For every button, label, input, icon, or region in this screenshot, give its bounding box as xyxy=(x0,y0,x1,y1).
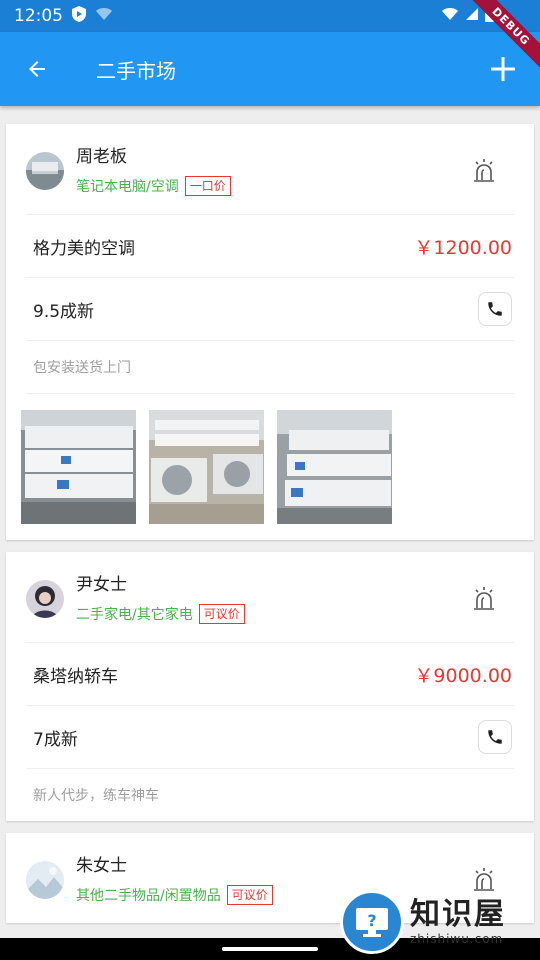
category-label: 二手家电/其它家电 xyxy=(76,607,193,623)
seller-name: 尹女士 xyxy=(76,575,127,595)
item-description: 新人代步，练车神车 xyxy=(33,788,159,804)
seller-name: 周老板 xyxy=(76,147,127,167)
item-condition: 9.5成新 xyxy=(33,301,95,322)
condition-row: 7成新 xyxy=(6,706,534,768)
photo-gallery xyxy=(6,394,534,540)
listing-header: 周老板 笔记本电脑/空调 一口价 xyxy=(6,124,534,214)
price-type-badge: 一口价 xyxy=(184,176,231,196)
item-price: ￥9000.00 xyxy=(414,664,512,687)
condition-row: 9.5成新 xyxy=(6,278,534,340)
phone-call-button[interactable] xyxy=(478,720,512,754)
phone-call-button[interactable] xyxy=(478,292,512,326)
avatar[interactable] xyxy=(26,580,64,618)
add-icon[interactable] xyxy=(466,32,540,106)
item-name: 格力美的空调 xyxy=(33,238,135,259)
avatar[interactable] xyxy=(26,861,64,899)
svg-text:?: ? xyxy=(367,911,376,930)
watermark: ? 知识屋 zhishiwu.com xyxy=(340,890,540,954)
app-bar: 二手市场 xyxy=(0,32,540,106)
seller-name: 朱女士 xyxy=(76,856,127,876)
wifi-question-icon xyxy=(95,7,113,25)
price-type-badge: 可议价 xyxy=(198,604,245,624)
listing-header: 尹女士 二手家电/其它家电 可议价 xyxy=(6,552,534,642)
item-name: 桑塔纳轿车 xyxy=(33,666,118,687)
phone-icon xyxy=(488,302,502,316)
category-label: 其他二手物品/闲置物品 xyxy=(76,888,221,904)
avatar[interactable] xyxy=(26,152,64,190)
battery-icon xyxy=(485,5,494,27)
air-conditioner-units-photo[interactable] xyxy=(149,410,264,524)
item-price: ￥1200.00 xyxy=(414,236,512,259)
item-description: 包安装送货上门 xyxy=(33,360,131,376)
watermark-url: zhishiwu.com xyxy=(410,932,504,946)
status-time: 12:05 xyxy=(14,6,63,26)
signal-icon xyxy=(465,6,479,26)
item-row: 格力美的空调 ￥1200.00 xyxy=(6,215,534,277)
phone-icon xyxy=(488,730,502,744)
page-title: 二手市场 xyxy=(96,58,176,83)
watermark-title: 知识屋 xyxy=(410,897,506,932)
price-type-badge: 可议价 xyxy=(226,885,273,905)
alarm-icon[interactable] xyxy=(460,575,508,623)
home-gesture-handle[interactable] xyxy=(222,947,318,951)
shield-icon xyxy=(71,5,87,27)
air-conditioner-stack-photo[interactable] xyxy=(277,410,392,524)
wifi-icon xyxy=(441,6,459,26)
air-conditioner-photo[interactable] xyxy=(21,410,136,524)
listing-card[interactable]: 周老板 笔记本电脑/空调 一口价 格力美的空调 ￥1200.00 9.5成新 包… xyxy=(6,124,534,540)
alarm-icon[interactable] xyxy=(460,147,508,195)
item-row: 桑塔纳轿车 ￥9000.00 xyxy=(6,643,534,705)
help-monitor-icon: ? xyxy=(340,890,404,954)
category-label: 笔记本电脑/空调 xyxy=(76,179,179,195)
listing-card[interactable]: 尹女士 二手家电/其它家电 可议价 桑塔纳轿车 ￥9000.00 7成新 新人代… xyxy=(6,552,534,821)
back-arrow-icon[interactable] xyxy=(0,32,74,106)
listing-list[interactable]: 周老板 笔记本电脑/空调 一口价 格力美的空调 ￥1200.00 9.5成新 包… xyxy=(6,124,534,935)
status-bar: 12:05 xyxy=(0,0,540,32)
item-condition: 7成新 xyxy=(33,729,78,750)
